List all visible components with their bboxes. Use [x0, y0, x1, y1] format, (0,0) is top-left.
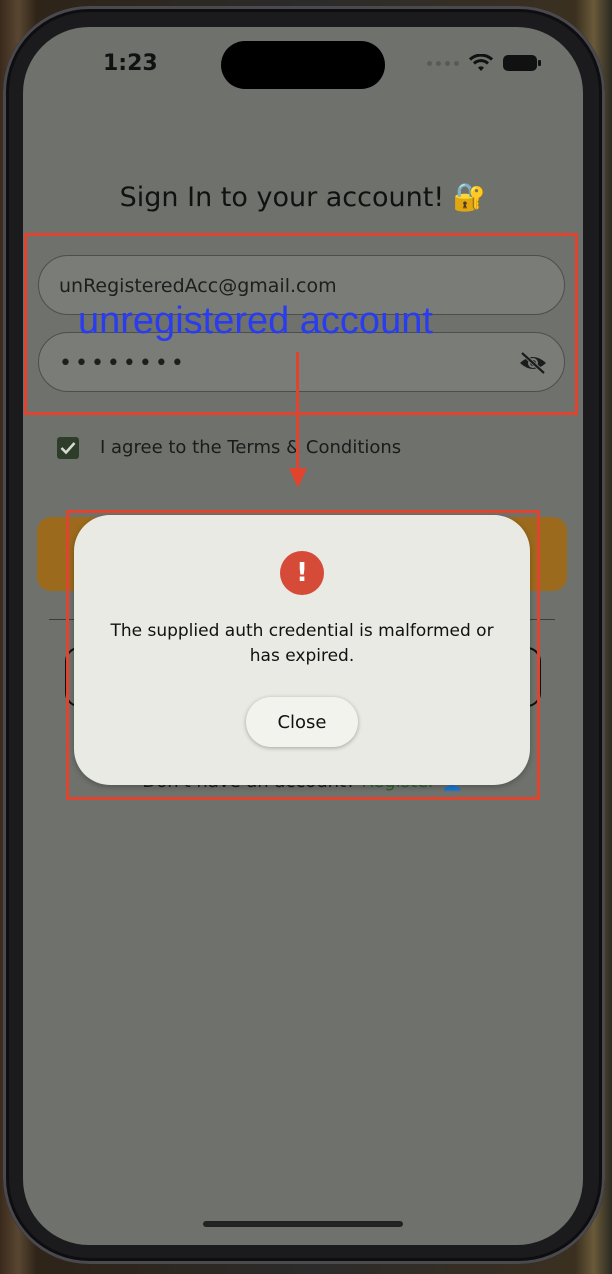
signal-dots-icon	[427, 60, 459, 66]
annotation-box-dialog	[66, 510, 540, 800]
wifi-icon	[469, 54, 493, 71]
annotation-arrow	[296, 352, 299, 470]
page-title: Sign In to your account! 🔐	[119, 182, 487, 213]
terms-label: I agree to the Terms & Conditions	[100, 437, 402, 458]
battery-icon	[503, 55, 541, 71]
checkmark-icon	[60, 442, 76, 455]
annotation-label: unregistered account	[78, 300, 433, 342]
status-icons	[427, 53, 541, 73]
home-indicator	[203, 1221, 403, 1227]
status-time: 1:23	[103, 51, 158, 76]
annotation-arrow-head	[289, 468, 307, 488]
terms-checkbox[interactable]	[57, 437, 79, 459]
dynamic-island	[221, 41, 385, 89]
